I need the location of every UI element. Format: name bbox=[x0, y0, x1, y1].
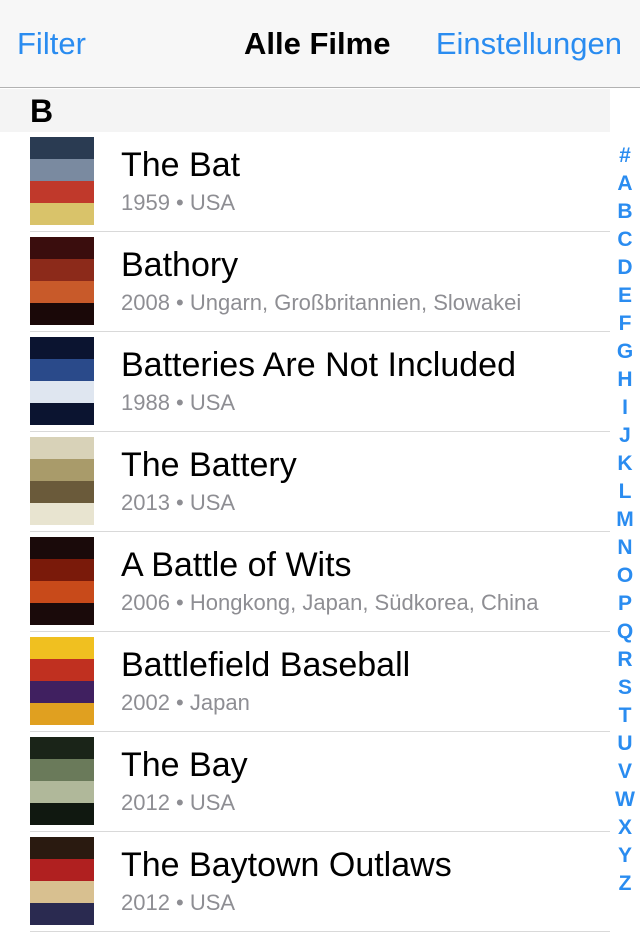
movie-title: The Bat bbox=[121, 146, 241, 184]
movie-poster bbox=[30, 637, 94, 725]
movie-row[interactable]: Bathory 2008 • Ungarn, Großbritannien, Sl… bbox=[0, 232, 610, 332]
index-letter[interactable]: J bbox=[619, 422, 631, 450]
index-letter[interactable]: W bbox=[615, 786, 635, 814]
index-letter[interactable]: I bbox=[622, 394, 628, 422]
index-letter[interactable]: S bbox=[618, 674, 632, 702]
page-title: Alle Filme bbox=[244, 26, 391, 61]
index-letter[interactable]: C bbox=[617, 226, 632, 254]
movie-row[interactable]: A Battle of Wits 2006 • Hongkong, Japan, … bbox=[0, 532, 610, 632]
index-letter[interactable]: V bbox=[618, 758, 632, 786]
index-letter[interactable]: O bbox=[617, 562, 633, 590]
index-letter[interactable]: # bbox=[619, 142, 631, 170]
index-letter[interactable]: U bbox=[617, 730, 632, 758]
movie-subtitle: 2002 • Japan bbox=[121, 690, 250, 715]
index-letter[interactable]: Q bbox=[617, 618, 633, 646]
movie-title: A Battle of Wits bbox=[121, 546, 352, 584]
index-letter[interactable]: R bbox=[617, 646, 632, 674]
movie-poster bbox=[30, 337, 94, 425]
index-letter[interactable]: Y bbox=[618, 842, 632, 870]
index-letter[interactable]: P bbox=[618, 590, 632, 618]
movie-subtitle: 2006 • Hongkong, Japan, Südkorea, China bbox=[121, 590, 539, 615]
index-letter[interactable]: L bbox=[619, 478, 632, 506]
index-letter[interactable]: T bbox=[619, 702, 632, 730]
section-header: B bbox=[0, 89, 610, 132]
index-letter[interactable]: B bbox=[617, 198, 632, 226]
settings-button[interactable]: Einstellungen bbox=[436, 26, 622, 62]
index-letter[interactable]: M bbox=[616, 506, 634, 534]
index-letter[interactable]: E bbox=[618, 282, 632, 310]
movie-subtitle: 2012 • USA bbox=[121, 890, 236, 915]
index-letter[interactable]: Z bbox=[619, 870, 632, 898]
movie-poster bbox=[30, 437, 94, 525]
index-letter[interactable]: A bbox=[617, 170, 632, 198]
navigation-bar: Filter Alle Filme Einstellungen bbox=[0, 0, 640, 88]
movie-title: Battlefield Baseball bbox=[121, 646, 411, 684]
index-letter[interactable]: F bbox=[619, 310, 632, 338]
movie-subtitle: 1959 • USA bbox=[121, 190, 236, 215]
index-letter[interactable]: G bbox=[617, 338, 633, 366]
movie-row[interactable]: The Bay 2012 • USA bbox=[0, 732, 610, 832]
movie-poster bbox=[30, 837, 94, 925]
movie-title: The Bay bbox=[121, 746, 248, 784]
movie-title: The Baytown Outlaws bbox=[121, 846, 452, 884]
movie-row[interactable]: The Battery 2013 • USA bbox=[0, 432, 610, 532]
movie-subtitle: 2008 • Ungarn, Großbritannien, Slowakei bbox=[121, 290, 522, 315]
movie-title: Batteries Are Not Included bbox=[121, 346, 517, 384]
alphabet-index[interactable]: # A B C D E F G H I J K L M N O P Q R S T U V W X Y Z bbox=[612, 142, 638, 898]
movie-poster bbox=[30, 537, 94, 625]
index-letter[interactable]: X bbox=[618, 814, 632, 842]
movie-poster bbox=[30, 137, 94, 225]
filter-button[interactable]: Filter bbox=[17, 26, 86, 62]
movie-subtitle: 2013 • USA bbox=[121, 490, 236, 515]
index-letter[interactable]: N bbox=[617, 534, 632, 562]
movie-row[interactable]: The Baytown Outlaws 2012 • USA bbox=[0, 832, 610, 932]
movie-subtitle: 1988 • USA bbox=[121, 390, 236, 415]
movie-poster bbox=[30, 237, 94, 325]
movie-row[interactable]: The Bat 1959 • USA bbox=[0, 132, 610, 232]
movie-row[interactable]: Battlefield Baseball 2002 • Japan bbox=[0, 632, 610, 732]
index-letter[interactable]: D bbox=[617, 254, 632, 282]
movie-title: The Battery bbox=[121, 446, 297, 484]
movie-subtitle: 2012 • USA bbox=[121, 790, 236, 815]
index-letter[interactable]: H bbox=[617, 366, 632, 394]
movie-list: The Bat 1959 • USA Bathory 2008 • Ungarn, G… bbox=[0, 132, 610, 932]
movie-poster bbox=[30, 737, 94, 825]
section-letter: B bbox=[30, 93, 54, 129]
movie-row[interactable]: Batteries Are Not Included 1988 • USA bbox=[0, 332, 610, 432]
movie-title: Bathory bbox=[121, 246, 239, 284]
index-letter[interactable]: K bbox=[617, 450, 632, 478]
